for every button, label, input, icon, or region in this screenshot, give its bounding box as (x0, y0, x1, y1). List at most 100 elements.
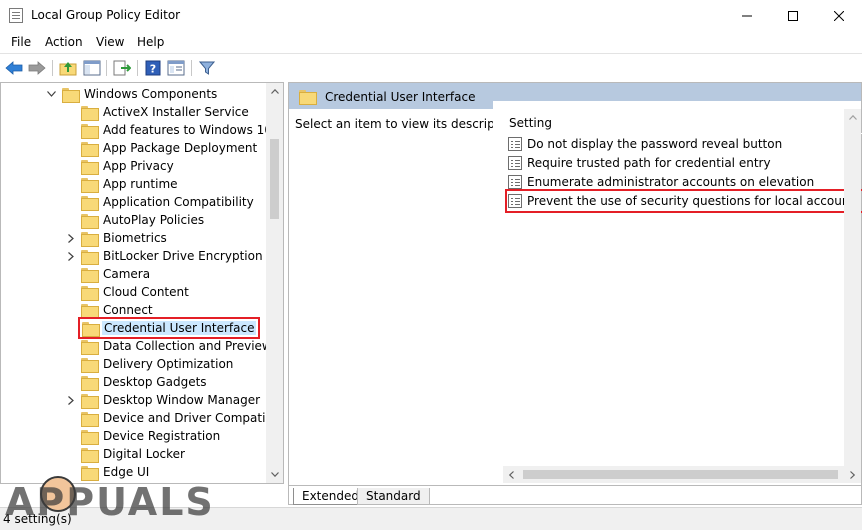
expand-chevron[interactable] (66, 395, 76, 405)
scroll-up-arrow[interactable] (266, 83, 283, 100)
properties-icon (167, 60, 185, 76)
export-list-button[interactable] (112, 58, 132, 78)
tree-item-label: AutoPlay Policies (103, 213, 205, 227)
scroll-thumb[interactable] (523, 470, 838, 479)
details-horizontal-scrollbar[interactable] (503, 466, 861, 483)
scroll-thumb[interactable] (270, 139, 279, 219)
details-header-title: Credential User Interface (325, 90, 476, 104)
chevron-up-icon (848, 115, 857, 120)
chevron-down-icon (46, 91, 56, 97)
tree-item-label: Desktop Gadgets (103, 375, 207, 389)
tree-item[interactable]: Application Compatibility (81, 193, 256, 211)
tree-item[interactable]: Device Registration (81, 427, 222, 445)
tree-item[interactable]: Connect (81, 301, 155, 319)
tree-item[interactable]: Delivery Optimization (81, 355, 235, 373)
toolbar: ? (0, 53, 862, 81)
tree-item[interactable]: Desktop Gadgets (81, 373, 209, 391)
tree-item-windows-components[interactable]: Windows Components (62, 85, 219, 103)
tree-item[interactable]: Device and Driver Compatibility (81, 409, 283, 427)
tree-item[interactable]: Edge UI (81, 463, 151, 481)
setting-label: Do not display the password reveal butto… (527, 137, 783, 151)
app-icon (9, 8, 23, 23)
setting-label: Prevent the use of security questions fo… (527, 194, 861, 208)
policy-setting-icon (508, 156, 522, 170)
up-folder-icon (59, 62, 77, 76)
collapse-chevron[interactable] (46, 89, 56, 99)
toolbar-separator (137, 60, 138, 76)
folder-icon (81, 249, 99, 265)
tree-item-label: Device Registration (103, 429, 221, 443)
back-button[interactable] (4, 58, 24, 78)
properties-button[interactable] (166, 58, 186, 78)
folder-icon (81, 393, 99, 409)
filter-button[interactable] (197, 58, 217, 78)
back-arrow-icon (5, 61, 23, 75)
tree-item-label: ActiveX Installer Service (103, 105, 249, 119)
help-icon: ? (145, 60, 161, 76)
tree-item[interactable]: Cloud Content (81, 283, 191, 301)
folder-icon (81, 411, 99, 427)
folder-icon (81, 105, 99, 121)
tree-item-label: Credential User Interface (102, 321, 257, 335)
svg-text:?: ? (150, 63, 156, 76)
setting-row[interactable]: Enumerate administrator accounts on elev… (508, 173, 820, 191)
tree-item[interactable]: Digital Locker (81, 445, 187, 463)
menu-view[interactable]: View (96, 35, 124, 49)
menu-action[interactable]: Action (45, 35, 83, 49)
expand-chevron[interactable] (66, 233, 76, 243)
setting-row[interactable]: Do not display the password reveal butto… (508, 135, 788, 153)
tree-item[interactable]: App Privacy (81, 157, 176, 175)
tree-item[interactable]: Biometrics (81, 229, 169, 247)
menu-bar: File Action View Help (0, 31, 862, 53)
folder-icon (81, 357, 99, 373)
scroll-down-arrow[interactable] (266, 466, 283, 483)
tree-item[interactable]: Data Collection and Preview Bu (81, 337, 284, 355)
filter-icon (199, 61, 215, 75)
folder-icon (81, 375, 99, 391)
tree-item[interactable]: Add features to Windows 10 (81, 121, 274, 139)
tree-scrollbar[interactable] (266, 83, 283, 483)
tree-item-label: App Privacy (103, 159, 174, 173)
expand-chevron[interactable] (66, 251, 76, 261)
chevron-right-icon (68, 251, 74, 261)
console-tree: Windows Components ActiveX Installer Ser… (0, 82, 284, 484)
tree-item-selected[interactable]: Credential User Interface (77, 317, 261, 339)
tab-standard[interactable]: Standard (357, 488, 430, 505)
menu-help[interactable]: Help (137, 35, 164, 49)
chevron-right-icon (68, 233, 74, 243)
tree-item-label: App Package Deployment (103, 141, 258, 155)
menu-file[interactable]: File (11, 35, 31, 49)
close-button[interactable] (816, 0, 862, 31)
scroll-left-arrow[interactable] (503, 466, 520, 483)
folder-icon (81, 159, 99, 175)
setting-row[interactable]: Require trusted path for credential entr… (508, 154, 777, 172)
minimize-button[interactable] (724, 0, 770, 31)
details-vertical-scrollbar[interactable] (844, 109, 861, 466)
tree-item[interactable]: BitLocker Drive Encryption (81, 247, 265, 265)
setting-label: Require trusted path for credential entr… (527, 156, 771, 170)
help-button[interactable]: ? (143, 58, 163, 78)
tree-item[interactable]: App runtime (81, 175, 180, 193)
setting-column-header[interactable]: Setting (509, 116, 552, 130)
tree-item-label: Desktop Window Manager (103, 393, 261, 407)
scroll-up-arrow[interactable] (844, 109, 861, 126)
tree-item[interactable]: App Package Deployment (81, 139, 259, 157)
folder-icon (81, 177, 99, 193)
forward-button[interactable] (27, 58, 47, 78)
scroll-right-arrow[interactable] (844, 466, 861, 483)
tree-item-label: Data Collection and Preview Bu (103, 339, 284, 353)
tree-item-label: BitLocker Drive Encryption (103, 249, 263, 263)
show-hide-tree-button[interactable] (82, 58, 102, 78)
setting-row-highlighted[interactable]: Prevent the use of security questions fo… (504, 189, 862, 213)
tree-item[interactable]: Camera (81, 265, 152, 283)
up-folder-button[interactable] (58, 58, 78, 78)
folder-icon (81, 267, 99, 283)
maximize-button[interactable] (770, 0, 816, 31)
tree-item-label: Biometrics (103, 231, 167, 245)
folder-icon (81, 141, 99, 157)
tree-item[interactable]: AutoPlay Policies (81, 211, 206, 229)
tree-item[interactable]: Desktop Window Manager (81, 391, 262, 409)
details-pane: Credential User Interface Select an item… (288, 82, 862, 505)
export-list-icon (113, 60, 131, 76)
tree-item[interactable]: ActiveX Installer Service (81, 103, 251, 121)
